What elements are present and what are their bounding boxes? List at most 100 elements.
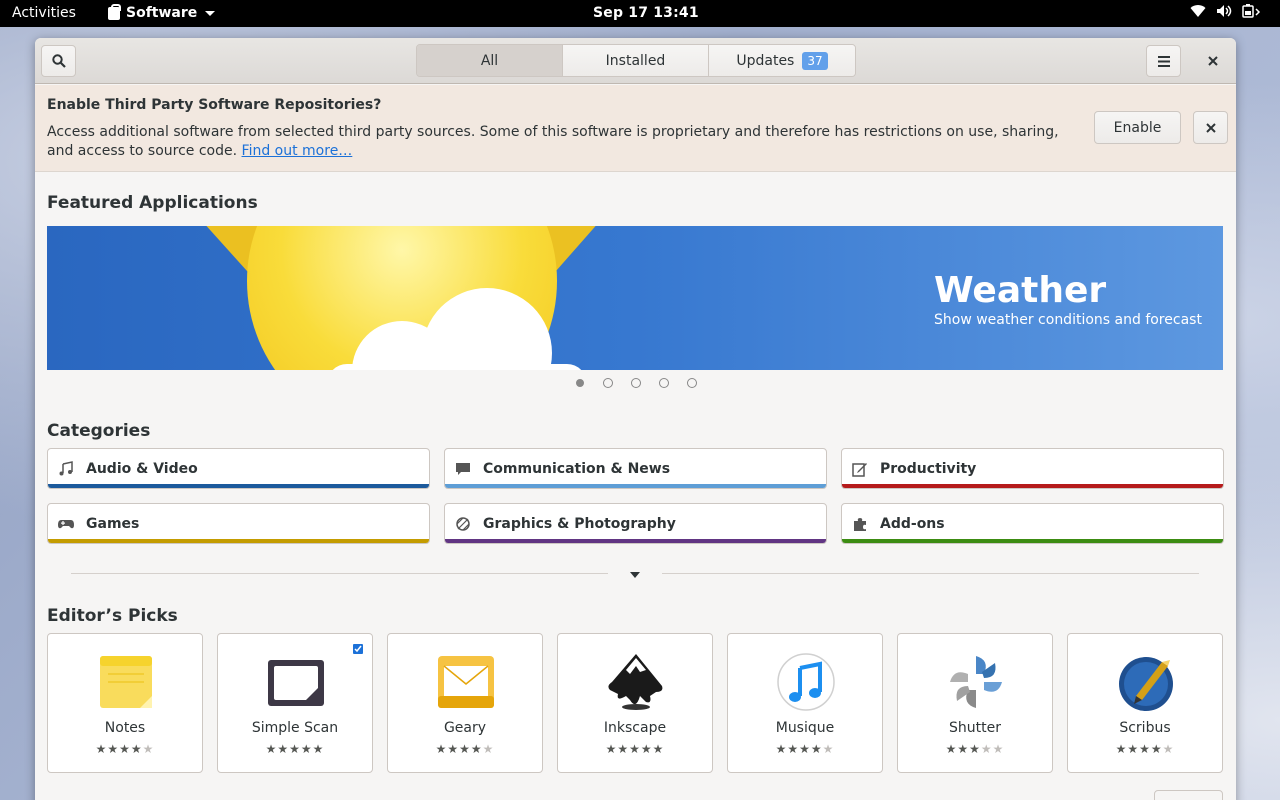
activities-button[interactable]: Activities (12, 5, 76, 21)
system-tray[interactable] (1190, 4, 1262, 18)
shutter-app-icon (950, 656, 1002, 708)
category-communication-news[interactable]: Communication & News (444, 448, 827, 489)
shopping-bag-icon (108, 3, 121, 20)
tab-installed[interactable]: Installed (563, 45, 709, 76)
carousel-dot[interactable] (687, 378, 697, 388)
editors-picks-section-title: Editor’s Picks (47, 606, 178, 626)
banner-description-text: Access additional software from selected… (47, 124, 1059, 159)
top-bar: Activities Software Sep 17 13:41 (0, 0, 1280, 27)
gamepad-icon (58, 516, 74, 532)
carousel-dot[interactable] (659, 378, 669, 388)
category-color-stripe (48, 539, 429, 543)
app-tile-notes[interactable]: Notes ★★★★★ (47, 633, 203, 773)
installed-check-icon (353, 644, 363, 654)
category-graphics-photography[interactable]: Graphics & Photography (444, 503, 827, 544)
hamburger-menu-icon (1157, 55, 1170, 67)
app-name: Shutter (949, 720, 1001, 736)
category-label: Productivity (880, 460, 977, 477)
scribus-app-icon (1119, 657, 1173, 711)
volume-icon (1216, 4, 1232, 18)
geary-mail-app-icon (438, 656, 494, 708)
tab-label: All (480, 52, 499, 69)
close-icon (1207, 56, 1218, 66)
category-audio-video[interactable]: Audio & Video (47, 448, 430, 489)
category-label: Add-ons (880, 515, 945, 532)
app-name: Inkscape (603, 720, 667, 736)
tab-all[interactable]: All (417, 45, 563, 76)
rating-stars: ★★★★★ (435, 742, 495, 756)
tab-updates[interactable]: Updates 37 (709, 45, 855, 76)
dismiss-banner-button[interactable] (1193, 111, 1228, 144)
chat-bubble-icon (455, 461, 471, 477)
categories-section-title: Categories (47, 421, 151, 441)
carousel-dot[interactable] (603, 378, 613, 388)
battery-icon (1242, 4, 1262, 18)
puzzle-icon (852, 516, 868, 532)
more-button[interactable] (1154, 790, 1223, 800)
rating-stars: ★★★★★ (605, 742, 665, 756)
enable-button[interactable]: Enable (1094, 111, 1181, 144)
category-games[interactable]: Games (47, 503, 430, 544)
app-name: Notes (104, 720, 146, 736)
graphics-icon (455, 516, 471, 532)
tab-label: Installed (605, 52, 666, 69)
featured-app-description: Show weather conditions and forecast (934, 312, 1202, 328)
scanner-app-icon (268, 660, 324, 706)
category-color-stripe (842, 484, 1223, 488)
category-label: Graphics & Photography (483, 515, 676, 532)
divider (71, 573, 608, 574)
music-note-icon (58, 460, 74, 477)
window-close-button[interactable] (1195, 45, 1230, 77)
category-label: Games (86, 515, 140, 532)
category-add-ons[interactable]: Add-ons (841, 503, 1224, 544)
app-tile-geary[interactable]: Geary ★★★★★ (387, 633, 543, 773)
notes-app-icon (100, 656, 152, 708)
search-button[interactable] (41, 45, 76, 77)
cloud-graphic (327, 364, 587, 370)
tab-label: Updates (736, 52, 795, 69)
app-tile-simple-scan[interactable]: Simple Scan ★★★★★ (217, 633, 373, 773)
chevron-down-icon (205, 10, 216, 16)
find-out-more-link[interactable]: Find out more… (242, 143, 353, 159)
carousel-dot[interactable] (631, 378, 641, 388)
category-color-stripe (48, 484, 429, 488)
app-tile-shutter[interactable]: Shutter ★★★★★ (897, 633, 1053, 773)
header-bar: All Installed Updates 37 (35, 38, 1236, 84)
search-icon (51, 54, 66, 68)
app-tile-musique[interactable]: Musique ★★★★★ (727, 633, 883, 773)
edit-icon (852, 461, 868, 477)
app-menu[interactable]: Software (108, 3, 216, 21)
clock[interactable]: Sep 17 13:41 (593, 5, 699, 21)
featured-section-title: Featured Applications (47, 193, 258, 213)
category-label: Communication & News (483, 460, 671, 477)
banner-description: Access additional software from selected… (47, 123, 1087, 161)
featured-banner[interactable]: Weather Show weather conditions and fore… (47, 226, 1223, 370)
app-tile-scribus[interactable]: Scribus ★★★★★ (1067, 633, 1223, 773)
musique-app-icon (777, 653, 835, 711)
rating-stars: ★★★★★ (775, 742, 835, 756)
updates-count-badge: 37 (802, 51, 828, 70)
rating-stars: ★★★★★ (945, 742, 1005, 756)
rating-stars: ★★★★★ (95, 742, 155, 756)
third-party-repo-banner: Enable Third Party Software Repositories… (35, 85, 1236, 172)
menu-button[interactable] (1146, 45, 1181, 77)
show-more-categories-icon[interactable] (630, 572, 640, 578)
app-name: Musique (775, 720, 835, 736)
category-productivity[interactable]: Productivity (841, 448, 1224, 489)
carousel-indicators (575, 378, 697, 388)
category-color-stripe (445, 539, 826, 543)
app-menu-label: Software (126, 5, 198, 21)
close-icon (1205, 122, 1216, 133)
category-label: Audio & Video (86, 460, 198, 477)
divider (662, 573, 1199, 574)
carousel-dot[interactable] (576, 379, 584, 387)
app-name: Geary (443, 720, 487, 736)
app-tile-inkscape[interactable]: Inkscape ★★★★★ (557, 633, 713, 773)
inkscape-app-icon (608, 654, 663, 710)
view-switcher: All Installed Updates 37 (416, 44, 856, 77)
rating-stars: ★★★★★ (265, 742, 325, 756)
wifi-icon (1190, 4, 1206, 18)
banner-title: Enable Third Party Software Repositories… (47, 97, 382, 113)
software-window: All Installed Updates 37 Enable Third Pa… (35, 38, 1236, 800)
app-name: Simple Scan (251, 720, 339, 736)
